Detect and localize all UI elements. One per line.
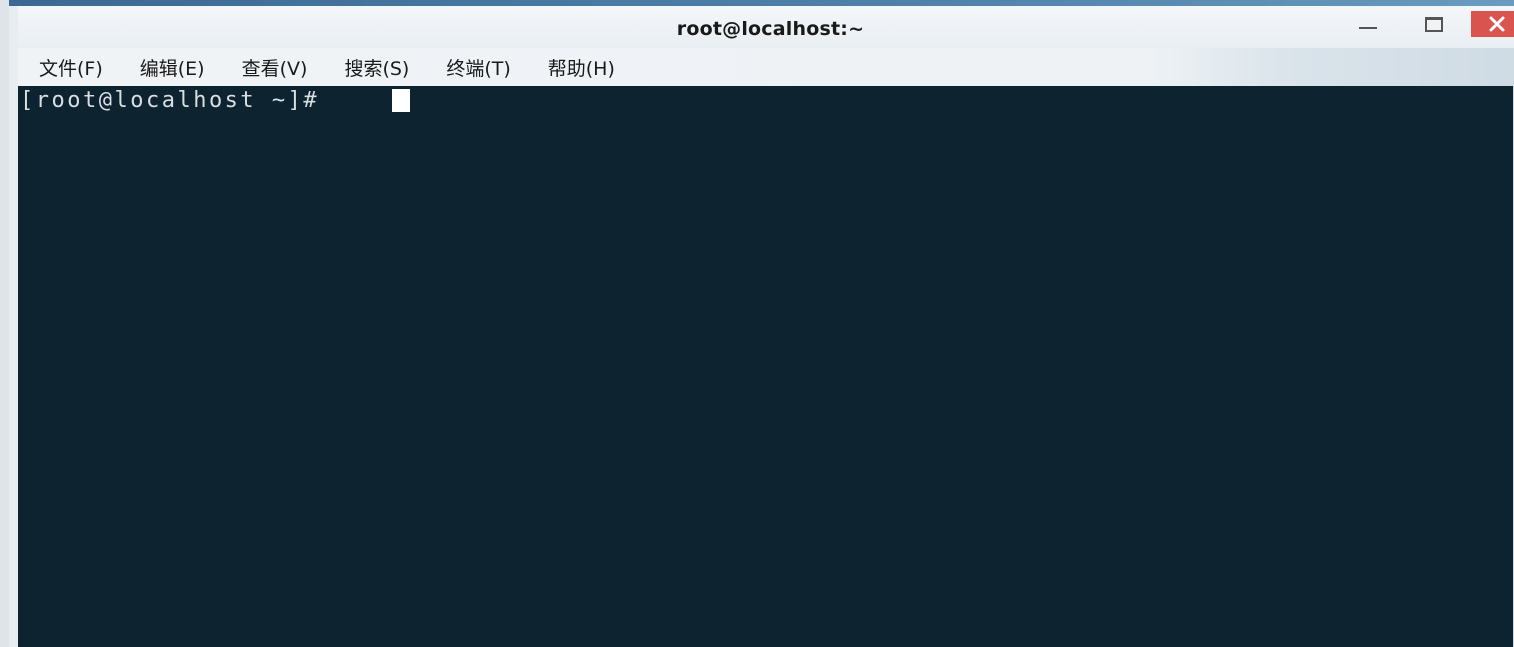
terminal-window: root@localhost:~ 文件(F) 编辑(E) 查看(V) 搜索(S)… <box>0 0 1514 647</box>
menu-edit[interactable]: 编辑(E) <box>140 54 205 81</box>
menu-view[interactable]: 查看(V) <box>242 54 308 81</box>
window-title: root@localhost:~ <box>676 18 865 40</box>
close-icon <box>1489 16 1505 32</box>
menu-file[interactable]: 文件(F) <box>39 54 103 81</box>
text-cursor <box>392 89 410 112</box>
shell-prompt: [root@localhost ~]# <box>20 88 335 113</box>
menu-terminal[interactable]: 终端(T) <box>446 54 510 81</box>
terminal-area[interactable]: [root@localhost ~]# <box>18 86 1513 647</box>
menu-bar: 文件(F) 编辑(E) 查看(V) 搜索(S) 终端(T) 帮助(H) <box>18 48 1514 86</box>
close-button[interactable] <box>1471 11 1514 37</box>
menu-help[interactable]: 帮助(H) <box>548 54 615 81</box>
minimize-button[interactable] <box>1339 11 1395 37</box>
window-controls <box>1329 11 1514 43</box>
menu-search[interactable]: 搜索(S) <box>344 54 409 81</box>
title-bar[interactable]: root@localhost:~ <box>18 6 1514 48</box>
maximize-button[interactable] <box>1405 11 1461 37</box>
